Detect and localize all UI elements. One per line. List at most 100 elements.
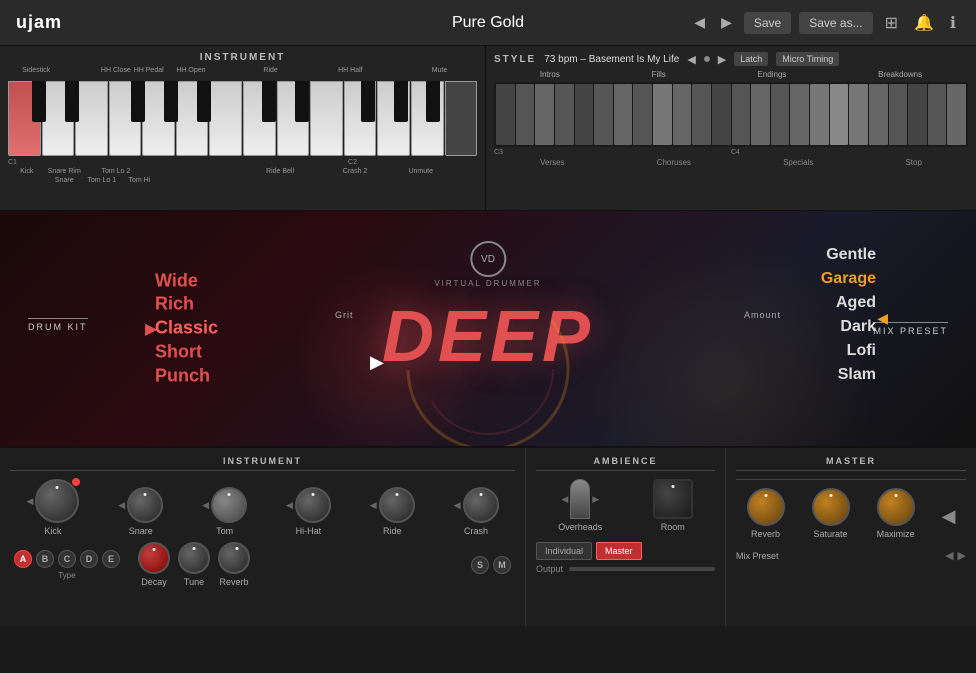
bell-icon-button[interactable]: 🔔 [910,11,938,35]
style-sub-sections: Verses Choruses Specials Stop [494,158,968,167]
key-b1[interactable] [209,81,242,156]
key-f1[interactable] [109,81,142,156]
reverb-send-knob[interactable] [218,542,250,574]
micro-timing-button[interactable]: Micro Timing [776,52,839,66]
crash-knob[interactable] [463,487,499,523]
tune-label: Tune [184,577,204,587]
grid-icon-button[interactable]: ⊞ [881,11,902,35]
individual-button[interactable]: Individual [536,542,592,560]
hihat-knob[interactable] [295,487,331,523]
maximize-knob[interactable] [877,488,915,526]
key-e2[interactable] [310,81,343,156]
style-key-13[interactable] [732,84,751,145]
style-key-19[interactable] [849,84,868,145]
key-c1[interactable] [8,81,41,156]
save-button[interactable]: Save [744,12,791,34]
amount-label: Amount [744,310,781,320]
style-key-14[interactable] [751,84,770,145]
type-btn-e[interactable]: E [102,550,120,568]
style-garage[interactable]: Garage [821,270,876,288]
key-g1[interactable] [142,81,175,156]
kit-wide[interactable]: Wide [155,271,218,291]
solo-button[interactable]: S [471,556,489,574]
tom-knob[interactable] [211,487,247,523]
mute-button[interactable]: M [493,556,511,574]
style-key-3[interactable] [535,84,554,145]
style-key-17[interactable] [810,84,829,145]
style-key-22[interactable] [908,84,927,145]
style-slam[interactable]: Slam [821,366,876,384]
tune-knob[interactable] [178,542,210,574]
style-key-9[interactable] [653,84,672,145]
save-as-button[interactable]: Save as... [799,12,872,34]
style-next-arrow[interactable]: ▶ [718,53,726,66]
style-prev-arrow[interactable]: ◀ [687,53,695,66]
key-a1[interactable] [176,81,209,156]
mix-preset-arrow[interactable]: ◀ [877,310,888,328]
style-key-15[interactable] [771,84,790,145]
style-key-5[interactable] [575,84,594,145]
mix-preset-next-button[interactable]: ▶ [958,549,966,562]
style-key-20[interactable] [869,84,888,145]
style-key-16[interactable] [790,84,809,145]
key-g2[interactable] [377,81,410,156]
style-key-7[interactable] [614,84,633,145]
instrument-piano[interactable] [8,81,477,156]
kick-dot [56,486,59,489]
kit-classic[interactable]: Classic [155,319,218,339]
mix-preset-prev-button[interactable]: ◀ [945,549,953,562]
key-c2[interactable] [243,81,276,156]
style-piano[interactable] [494,82,968,147]
snare-knob[interactable] [127,487,163,523]
room-knob[interactable] [653,479,693,519]
key-a2[interactable] [411,81,444,156]
master-reverb-knob[interactable] [747,488,785,526]
info-icon-button[interactable]: ℹ [946,11,960,35]
kit-punch[interactable]: Punch [155,366,218,386]
key-e1[interactable] [75,81,108,156]
master-reverb-dot [764,494,767,497]
ride-knob[interactable] [379,487,415,523]
style-key-1[interactable] [496,84,515,145]
latch-button[interactable]: Latch [734,52,768,66]
kit-short[interactable]: Short [155,342,218,362]
style-key-8[interactable] [633,84,652,145]
type-btn-d[interactable]: D [80,550,98,568]
kick-knob[interactable] [35,479,79,523]
key-f2[interactable] [344,81,377,156]
style-key-11[interactable] [692,84,711,145]
key-d1[interactable] [42,81,75,156]
type-btn-b[interactable]: B [36,550,54,568]
type-btn-a[interactable]: A [14,550,32,568]
saturate-knob[interactable] [812,488,850,526]
style-key-12[interactable] [712,84,731,145]
key-b2[interactable] [445,81,478,156]
overheads-knob-item: ◀ ▶ Overheads [558,479,602,532]
style-key-10[interactable] [673,84,692,145]
style-dark[interactable]: Dark [821,318,876,336]
style-lofi[interactable]: Lofi [821,342,876,360]
crash-dot [479,493,482,496]
type-btn-c[interactable]: C [58,550,76,568]
bottom-controls: INSTRUMENT ◀ Kick ◀ [0,446,976,626]
preset-prev-button[interactable]: ◀ [690,12,709,33]
key-d2[interactable] [277,81,310,156]
decay-knob[interactable] [138,542,170,574]
play-arrow[interactable]: ▶ [370,352,384,373]
style-key-2[interactable] [516,84,535,145]
style-key-4[interactable] [555,84,574,145]
style-gentle[interactable]: Gentle [821,246,876,264]
style-key-21[interactable] [889,84,908,145]
style-key-23[interactable] [928,84,947,145]
style-key-24[interactable] [947,84,966,145]
master-expand-button[interactable]: ◀ [942,506,956,527]
style-key-6[interactable] [594,84,613,145]
output-slider[interactable] [569,567,715,571]
style-key-18[interactable] [830,84,849,145]
style-aged[interactable]: Aged [821,294,876,312]
ambience-knob-row: ◀ ▶ Overheads Room [536,479,715,532]
preset-next-button[interactable]: ▶ [717,12,736,33]
kit-rich[interactable]: Rich [155,295,218,315]
type-section: A B C D E Type [14,550,120,580]
master-button[interactable]: Master [596,542,642,560]
